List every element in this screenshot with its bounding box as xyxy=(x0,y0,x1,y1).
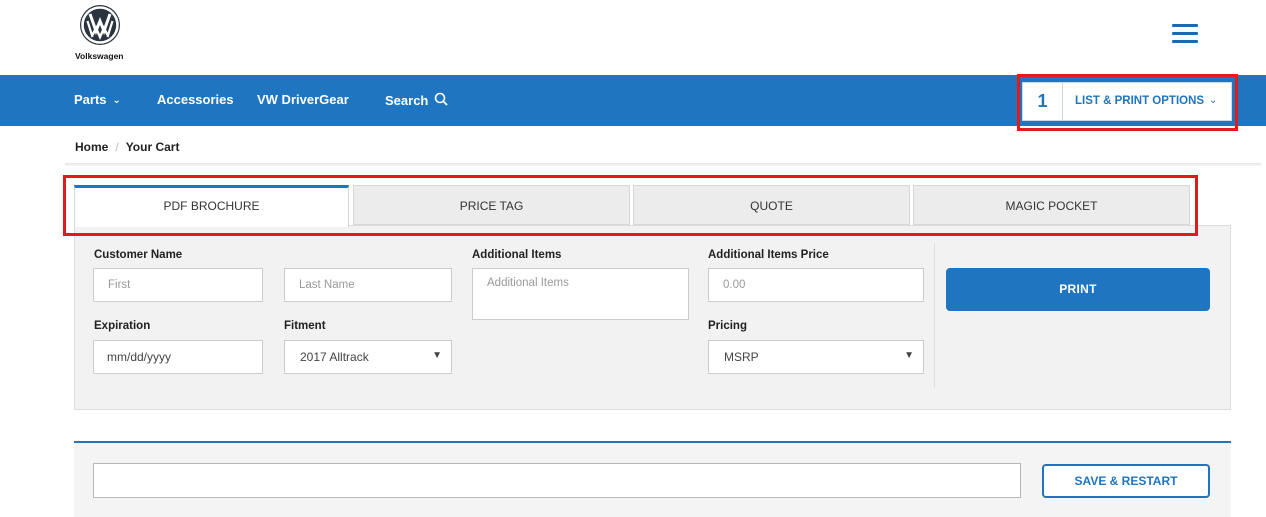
tab-magic-pocket[interactable]: MAGIC POCKET xyxy=(913,185,1190,225)
print-button[interactable]: PRINT xyxy=(946,268,1210,311)
tab-price-tag[interactable]: PRICE TAG xyxy=(353,185,630,225)
nav-search[interactable]: Search xyxy=(385,92,449,108)
expiration-label: Expiration xyxy=(94,320,151,332)
breadcrumb-current: Your Cart xyxy=(125,140,180,154)
expiration-value: mm/dd/yyyy xyxy=(107,350,172,364)
brand-name: Volkswagen xyxy=(75,51,124,61)
nav-parts[interactable]: Parts ⌄ xyxy=(74,92,121,107)
nav-vw-drivergear[interactable]: VW DriverGear xyxy=(257,92,349,107)
save-restart-button[interactable]: SAVE & RESTART xyxy=(1042,464,1210,498)
tab-pdf-brochure[interactable]: PDF BROCHURE xyxy=(74,185,349,227)
dropdown-caret-icon: ▼ xyxy=(432,350,442,361)
nav-parts-label: Parts xyxy=(74,92,107,107)
pricing-select[interactable]: MSRP ▼ xyxy=(708,340,924,374)
list-name-input[interactable] xyxy=(93,463,1021,498)
list-print-options-button[interactable]: 1 LIST & PRINT OPTIONS ⌄ xyxy=(1022,82,1232,121)
additional-items-textarea[interactable] xyxy=(472,268,689,320)
nav-search-label: Search xyxy=(385,93,429,108)
chevron-down-icon: ⌄ xyxy=(1209,95,1218,106)
list-print-options-label: LIST & PRINT OPTIONS xyxy=(1075,95,1205,107)
volkswagen-logo[interactable]: Volkswagen xyxy=(75,4,135,64)
fitment-select[interactable]: 2017 Alltrack ▼ xyxy=(284,340,452,374)
additional-items-label: Additional Items xyxy=(472,249,562,261)
form-divider xyxy=(934,243,935,388)
hamburger-menu-icon[interactable] xyxy=(1172,24,1198,44)
chevron-down-icon: ⌄ xyxy=(112,95,121,106)
pricing-value: MSRP xyxy=(724,350,759,364)
fitment-label: Fitment xyxy=(284,320,326,332)
breadcrumb-home[interactable]: Home xyxy=(75,140,108,154)
expiration-date-input[interactable]: mm/dd/yyyy xyxy=(93,340,263,374)
fitment-value: 2017 Alltrack xyxy=(300,350,369,364)
vw-logo-icon xyxy=(80,5,120,45)
search-icon xyxy=(435,92,449,106)
pricing-label: Pricing xyxy=(708,320,747,332)
nav-accessories[interactable]: Accessories xyxy=(157,92,234,107)
first-name-input[interactable] xyxy=(93,268,263,302)
header-divider xyxy=(65,163,1261,166)
breadcrumb: Home / Your Cart xyxy=(75,140,179,154)
breadcrumb-separator: / xyxy=(115,140,119,154)
tab-quote[interactable]: QUOTE xyxy=(633,185,910,225)
dropdown-caret-icon: ▼ xyxy=(904,350,914,361)
additional-items-price-input[interactable] xyxy=(708,268,924,302)
customer-name-label: Customer Name xyxy=(94,249,183,261)
cart-count-badge: 1 xyxy=(1023,83,1063,120)
last-name-input[interactable] xyxy=(284,268,452,302)
additional-items-price-label: Additional Items Price xyxy=(708,249,829,261)
